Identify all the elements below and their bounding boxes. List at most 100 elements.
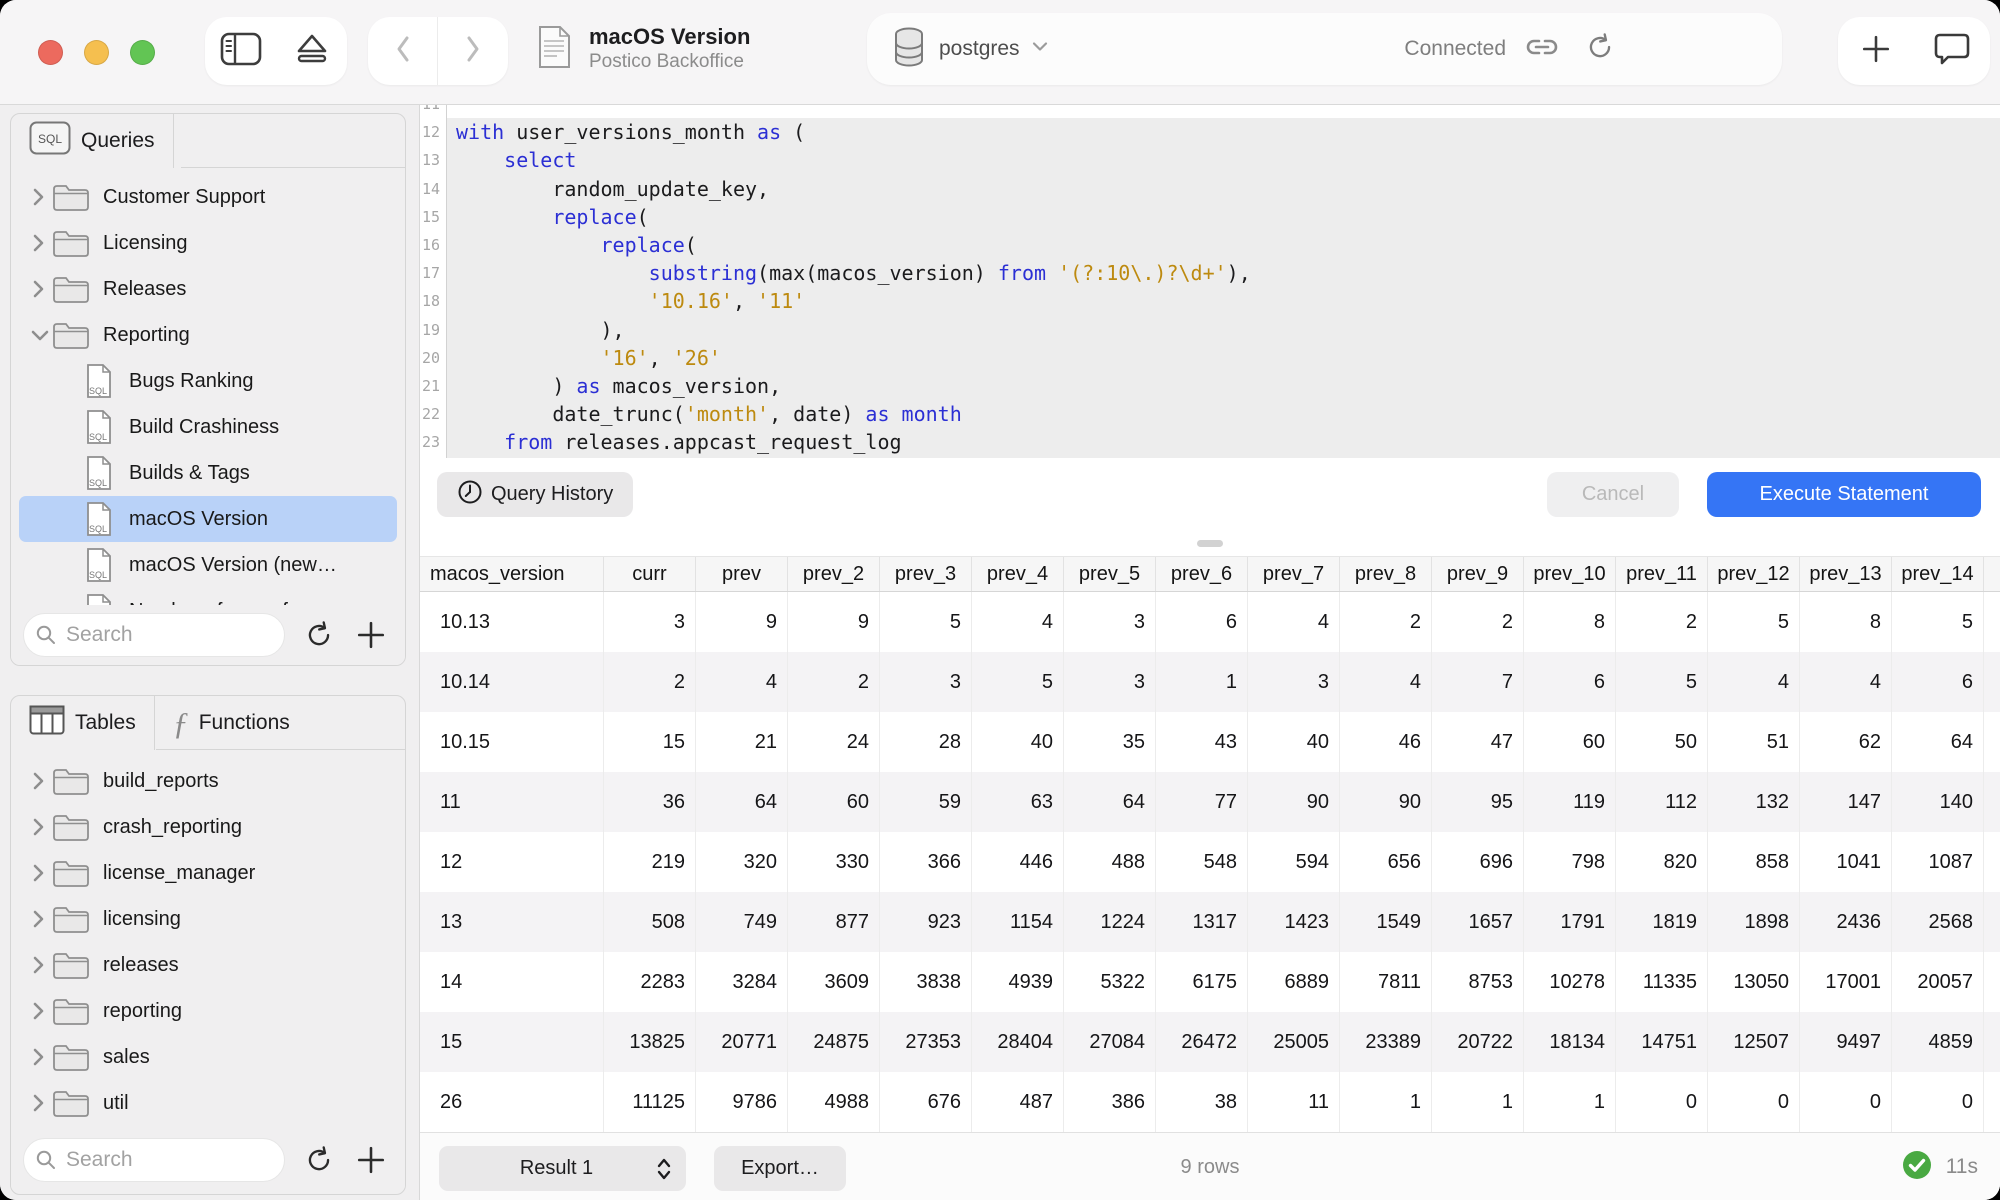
sidebar-query-builds-tags[interactable]: SQLBuilds & Tags [11, 450, 405, 496]
cell-prev_11[interactable]: 5 [1616, 652, 1708, 712]
cell-prev_3[interactable]: 676 [880, 1072, 972, 1132]
cell-prev_12[interactable]: 5 [1708, 592, 1800, 652]
cell-prev[interactable]: 749 [696, 892, 788, 952]
result-row-12[interactable]: 1221932033036644648854859465669679882085… [420, 832, 2000, 892]
sidebar-schema-licensing[interactable]: licensing [11, 896, 405, 942]
cell-curr[interactable]: 11125 [604, 1072, 696, 1132]
cell-prev_2[interactable]: 2 [788, 652, 880, 712]
cell-prev_2[interactable]: 3609 [788, 952, 880, 1012]
cell-prev_2[interactable]: 24875 [788, 1012, 880, 1072]
chevron-right-icon[interactable] [29, 232, 51, 254]
cell-curr[interactable]: 508 [604, 892, 696, 952]
chevron-right-icon[interactable] [29, 278, 51, 300]
chevron-right-icon[interactable] [29, 908, 51, 930]
column-header-prev_6[interactable]: prev_6 [1156, 557, 1248, 591]
tab-tables[interactable]: Tables [11, 696, 155, 750]
chevron-down-icon[interactable] [1030, 40, 1050, 59]
queries-refresh-button[interactable] [301, 617, 337, 653]
cell-prev_2[interactable]: 24 [788, 712, 880, 772]
result-selector[interactable]: Result 1 [439, 1146, 686, 1191]
cell-prev_3[interactable]: 59 [880, 772, 972, 832]
disconnect-button[interactable] [276, 17, 347, 85]
execute-statement-button[interactable]: Execute Statement [1707, 472, 1981, 517]
cell-prev_4[interactable]: 4 [972, 592, 1064, 652]
code-text[interactable]: from releases.appcast_request_log [446, 430, 902, 454]
code-text[interactable]: '10.16', '11' [446, 289, 805, 313]
code-text[interactable]: with user_versions_month as ( [446, 120, 805, 144]
cell-prev_12[interactable]: 1898 [1708, 892, 1800, 952]
cell-prev_11[interactable]: 1819 [1616, 892, 1708, 952]
result-row-10.13[interactable]: 10.13399543642282585 [420, 592, 2000, 652]
cell-prev_13[interactable]: 62 [1800, 712, 1892, 772]
cell-prev_5[interactable]: 64 [1064, 772, 1156, 832]
tables-add-button[interactable] [353, 1142, 389, 1178]
cell-prev_7[interactable]: 90 [1248, 772, 1340, 832]
cell-prev_6[interactable]: 6175 [1156, 952, 1248, 1012]
cell-prev_4[interactable]: 63 [972, 772, 1064, 832]
editor-line-18[interactable]: 18 '10.16', '11' [420, 287, 2000, 315]
cell-prev[interactable]: 320 [696, 832, 788, 892]
cell-prev_11[interactable]: 820 [1616, 832, 1708, 892]
cell-prev_3[interactable]: 923 [880, 892, 972, 952]
cell-prev_9[interactable]: 2 [1432, 592, 1524, 652]
cell-prev_14[interactable]: 5 [1892, 592, 1984, 652]
minimize-window-button[interactable] [84, 40, 109, 65]
cell-prev_12[interactable]: 4 [1708, 652, 1800, 712]
cell-prev_14[interactable]: 4859 [1892, 1012, 1984, 1072]
editor-line-13[interactable]: 13 select [420, 146, 2000, 174]
cell-prev_2[interactable]: 877 [788, 892, 880, 952]
editor-line-17[interactable]: 17 substring(max(macos_version) from '(?… [420, 259, 2000, 287]
cell-prev_5[interactable]: 3 [1064, 592, 1156, 652]
sidebar-schema-crash_reporting[interactable]: crash_reporting [11, 804, 405, 850]
chevron-right-icon[interactable] [29, 770, 51, 792]
editor-line-21[interactable]: 21 ) as macos_version, [420, 372, 2000, 400]
sidebar-schema-releases[interactable]: releases [11, 942, 405, 988]
cell-prev_9[interactable]: 20722 [1432, 1012, 1524, 1072]
editor-line-12[interactable]: 12with user_versions_month as ( [420, 118, 2000, 146]
cell-prev_11[interactable]: 14751 [1616, 1012, 1708, 1072]
query-history-button[interactable]: Query History [437, 472, 633, 517]
cell-prev_5[interactable]: 1224 [1064, 892, 1156, 952]
queries-add-button[interactable] [353, 617, 389, 653]
cell-prev_8[interactable]: 46 [1340, 712, 1432, 772]
code-text[interactable]: date_trunc('month', date) as month [446, 402, 962, 426]
cancel-button[interactable]: Cancel [1547, 472, 1679, 517]
cell-prev_10[interactable]: 6 [1524, 652, 1616, 712]
cell-prev_11[interactable]: 11335 [1616, 952, 1708, 1012]
zoom-window-button[interactable] [130, 40, 155, 65]
cell-prev_7[interactable]: 6889 [1248, 952, 1340, 1012]
result-row-14[interactable]: 1422833284360938384939532261756889781187… [420, 952, 2000, 1012]
cell-prev_6[interactable]: 38 [1156, 1072, 1248, 1132]
column-header-prev[interactable]: prev [696, 557, 788, 591]
cell-prev_13[interactable]: 8 [1800, 592, 1892, 652]
cell-prev_8[interactable]: 2 [1340, 592, 1432, 652]
result-row-11[interactable]: 1136646059636477909095119112132147140 [420, 772, 2000, 832]
tables-search-input[interactable] [23, 1138, 285, 1182]
cell-curr[interactable]: 3 [604, 592, 696, 652]
cell-prev_10[interactable]: 1 [1524, 1072, 1616, 1132]
column-header-prev_2[interactable]: prev_2 [788, 557, 880, 591]
code-text[interactable]: substring(max(macos_version) from '(?:10… [446, 261, 1251, 285]
cell-prev_6[interactable]: 6 [1156, 592, 1248, 652]
cell-macos_version[interactable]: 12 [420, 832, 604, 892]
cell-prev_3[interactable]: 5 [880, 592, 972, 652]
sidebar-query-bugs-ranking[interactable]: SQLBugs Ranking [11, 358, 405, 404]
cell-prev_4[interactable]: 487 [972, 1072, 1064, 1132]
cell-prev_4[interactable]: 4939 [972, 952, 1064, 1012]
cell-prev_4[interactable]: 1154 [972, 892, 1064, 952]
editor-line-16[interactable]: 16 replace( [420, 231, 2000, 259]
cell-prev_8[interactable]: 1549 [1340, 892, 1432, 952]
code-text[interactable]: random_update_key, [446, 177, 769, 201]
cell-macos_version[interactable]: 10.15 [420, 712, 604, 772]
result-row-15[interactable]: 1513825207712487527353284042708426472250… [420, 1012, 2000, 1072]
sidebar-schema-license_manager[interactable]: license_manager [11, 850, 405, 896]
cell-prev_12[interactable]: 51 [1708, 712, 1800, 772]
cell-prev_8[interactable]: 7811 [1340, 952, 1432, 1012]
cell-prev_14[interactable]: 20057 [1892, 952, 1984, 1012]
new-item-button[interactable] [1838, 17, 1914, 85]
chevron-right-icon[interactable] [29, 862, 51, 884]
cell-prev_9[interactable]: 696 [1432, 832, 1524, 892]
reconnect-refresh-icon[interactable] [1584, 31, 1616, 68]
cell-prev_3[interactable]: 366 [880, 832, 972, 892]
chevron-down-icon[interactable] [29, 326, 51, 344]
